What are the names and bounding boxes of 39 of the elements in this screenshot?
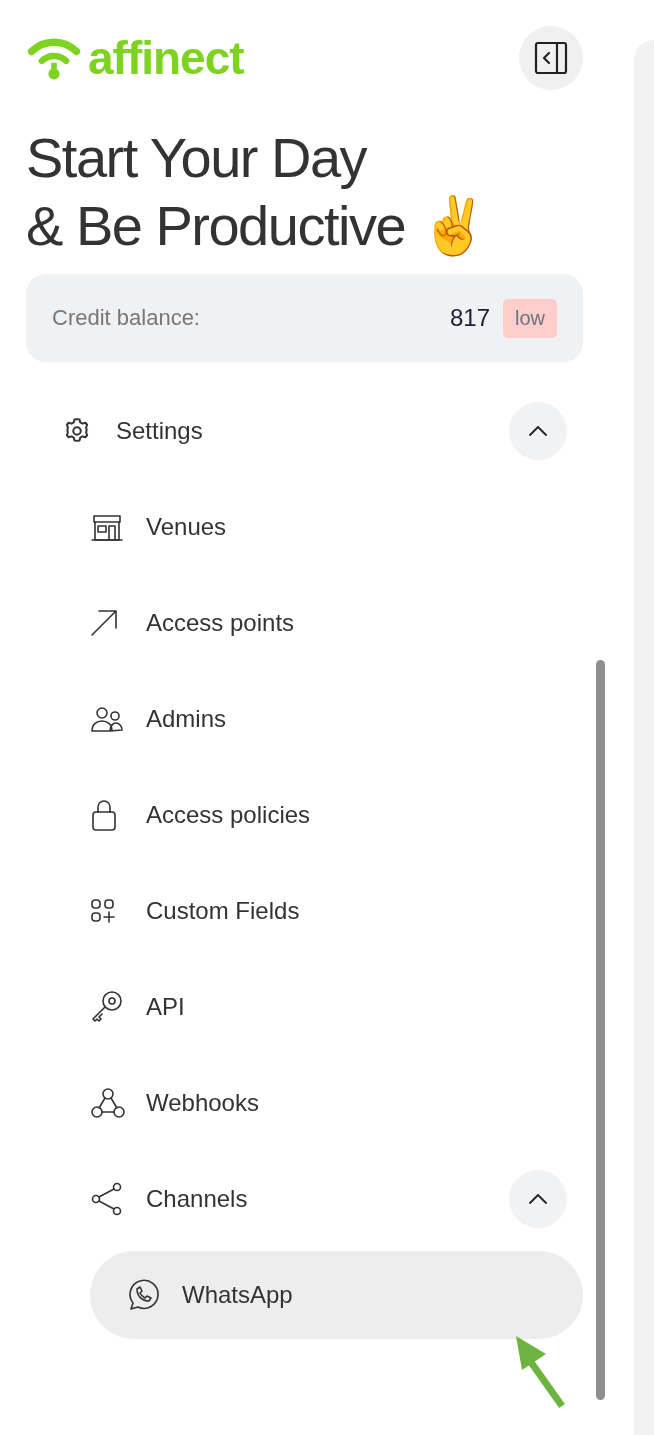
grid-icon	[90, 898, 116, 924]
nav-item[interactable]: Access policies	[26, 767, 583, 863]
nav-label: Channels	[145, 1185, 249, 1213]
nav-item[interactable]: Admins	[26, 671, 583, 767]
whatsapp-icon	[126, 1278, 160, 1312]
nav-label: Venues	[145, 513, 228, 541]
nav-label: Webhooks	[145, 1089, 260, 1117]
key-icon	[90, 990, 124, 1024]
nav-item[interactable]: Access points	[26, 575, 583, 671]
share-icon	[90, 1182, 124, 1216]
nav-item[interactable]: Channels	[26, 1151, 583, 1247]
headline: Start Your Day	[26, 125, 367, 191]
nav-label: Access points	[145, 609, 296, 637]
users-icon	[90, 705, 124, 733]
nav-item[interactable]: Custom Fields	[26, 863, 583, 959]
nav-label: Access policies	[145, 801, 312, 829]
headline: & Be Productive ✌	[26, 193, 488, 259]
sidebar-collapse-icon	[534, 41, 568, 75]
nav-item[interactable]: Settings	[26, 383, 583, 479]
nav-label: Custom Fields	[145, 897, 301, 925]
credit-label: Credit balance:	[52, 305, 201, 331]
chevron-icon	[528, 425, 548, 437]
webhook-icon	[90, 1086, 126, 1120]
chevron-icon	[528, 1193, 548, 1205]
nav-label: Admins	[145, 705, 228, 733]
scrollbar-thumb[interactable]	[596, 660, 605, 1400]
nav-label: API	[145, 993, 186, 1021]
nav-item[interactable]: WhatsApp	[90, 1251, 583, 1339]
lock-icon	[90, 798, 118, 832]
logo: affinect	[26, 30, 244, 86]
store-icon	[90, 512, 124, 542]
arrow-icon	[90, 609, 118, 637]
status-badge: low	[503, 298, 557, 338]
credit-value: 817	[449, 304, 490, 332]
nav-item[interactable]: API	[26, 959, 583, 1055]
nav-label: WhatsApp	[181, 1281, 294, 1309]
nav-label: Settings	[115, 417, 204, 445]
nav-item[interactable]: Venues	[26, 479, 583, 575]
nav-item[interactable]: Webhooks	[26, 1055, 583, 1151]
